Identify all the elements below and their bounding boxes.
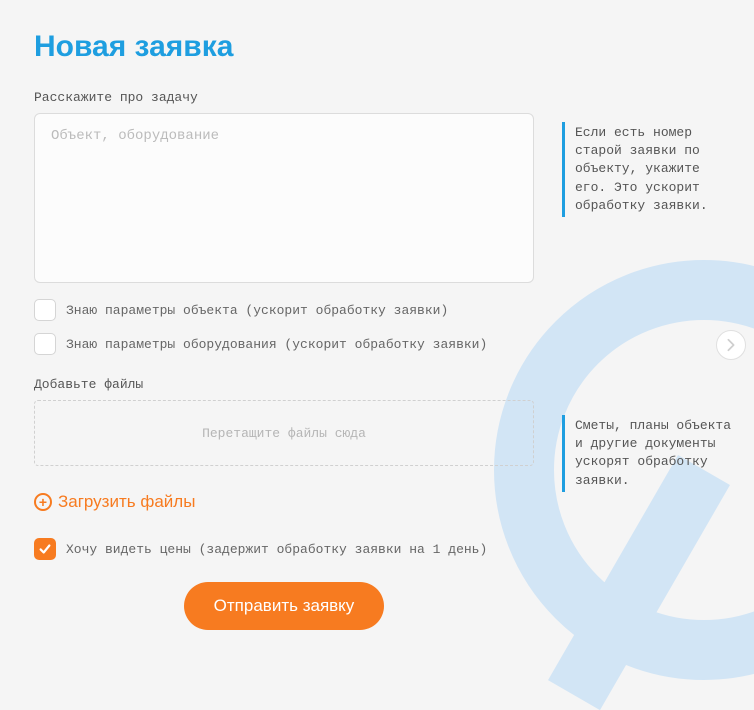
hint-task: Если есть номер старой заявки по объекту…: [562, 122, 732, 217]
dropzone-text: Перетащите файлы сюда: [202, 426, 366, 441]
chevron-right-icon: [726, 338, 736, 352]
equipment-params-row: Знаю параметры оборудования (ускорит обр…: [34, 333, 534, 355]
show-prices-label: Хочу видеть цены (задержит обработку зая…: [66, 542, 487, 557]
object-params-checkbox[interactable]: [34, 299, 56, 321]
hints-sidebar: Если есть номер старой заявки по объекту…: [562, 30, 732, 630]
upload-files-button[interactable]: + Загрузить файлы: [34, 492, 534, 512]
show-prices-row: Хочу видеть цены (задержит обработку зая…: [34, 538, 534, 560]
task-label: Расскажите про задачу: [34, 90, 534, 105]
hint-files: Сметы, планы объекта и другие документы …: [562, 415, 732, 492]
equipment-params-label: Знаю параметры оборудования (ускорит обр…: [66, 337, 487, 352]
check-icon: [38, 542, 52, 556]
object-params-row: Знаю параметры объекта (ускорит обработк…: [34, 299, 534, 321]
upload-files-label: Загрузить файлы: [58, 492, 195, 512]
object-params-label: Знаю параметры объекта (ускорит обработк…: [66, 303, 448, 318]
files-label: Добавьте файлы: [34, 377, 534, 392]
task-textarea[interactable]: [34, 113, 534, 283]
form-main: Новая заявка Расскажите про задачу Знаю …: [34, 30, 534, 630]
file-dropzone[interactable]: Перетащите файлы сюда: [34, 400, 534, 466]
files-section: Добавьте файлы Перетащите файлы сюда + З…: [34, 377, 534, 512]
page-title: Новая заявка: [34, 30, 534, 64]
equipment-params-checkbox[interactable]: [34, 333, 56, 355]
next-arrow-button[interactable]: [716, 330, 746, 360]
show-prices-checkbox[interactable]: [34, 538, 56, 560]
submit-button[interactable]: Отправить заявку: [184, 582, 385, 630]
submit-wrap: Отправить заявку: [34, 582, 534, 630]
plus-circle-icon: +: [34, 493, 52, 511]
